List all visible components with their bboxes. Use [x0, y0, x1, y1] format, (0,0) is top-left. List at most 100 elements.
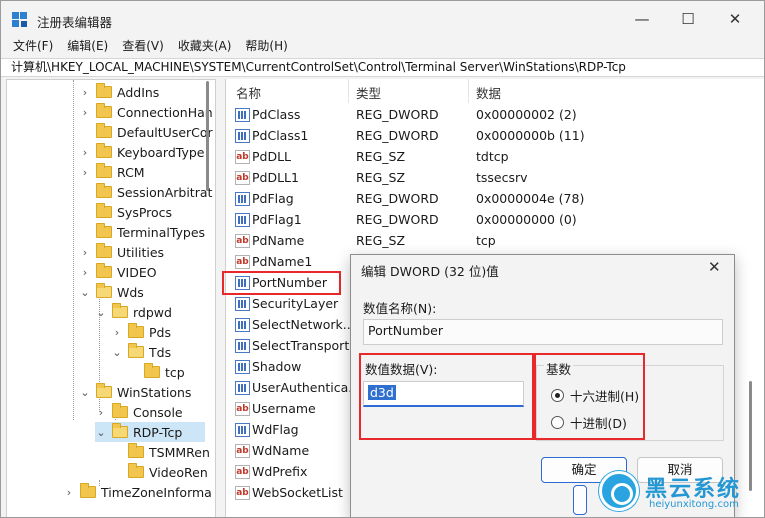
list-row[interactable]: ab PdDLL REG_SZ tdtcp [226, 147, 764, 168]
tree-item[interactable]: ⌄ Wds [79, 282, 144, 302]
dword-icon [235, 213, 250, 227]
value-type: REG_DWORD [356, 191, 439, 206]
list-row[interactable]: ab PdDLL1 REG_SZ tssecsrv [226, 168, 764, 189]
tree-item-label: WinStations [117, 384, 192, 400]
address-bar[interactable]: 计算机\HKEY_LOCAL_MACHINE\SYSTEM\CurrentCon… [1, 58, 764, 77]
partial-button[interactable] [573, 485, 587, 515]
list-row[interactable]: PdFlag1 REG_DWORD 0x00000000 (0) [226, 210, 764, 231]
tree-item[interactable]: SessionArbitrat [79, 182, 212, 202]
tree-item[interactable]: › Utilities [79, 242, 164, 262]
minimize-button[interactable]: — [619, 1, 665, 37]
menu-edit[interactable]: 编辑(E) [60, 37, 115, 57]
chevron-right-icon[interactable]: › [79, 246, 91, 259]
dword-icon [235, 129, 250, 143]
tree-item[interactable]: › Console [95, 402, 183, 422]
column-type-header[interactable]: 类型 [356, 83, 381, 102]
chevron-down-icon[interactable]: ⌄ [95, 306, 107, 319]
tree-item-label: ConnectionHan [117, 104, 213, 120]
tree-item-label: Pds [149, 324, 171, 340]
dword-icon [235, 318, 250, 332]
chevron-right-icon[interactable]: › [79, 166, 91, 179]
value-data: 0x0000004e (78) [476, 191, 585, 206]
value-data: tssecsrv [476, 170, 528, 185]
tree-scrollbar[interactable] [206, 81, 209, 191]
chevron-right-icon[interactable]: › [79, 86, 91, 99]
menu-help[interactable]: 帮助(H) [238, 37, 294, 57]
regedit-window: 注册表编辑器 — ☐ ✕ 文件(F) 编辑(E) 查看(V) 收藏夹(A) 帮助… [0, 0, 765, 518]
chevron-right-icon[interactable]: › [111, 326, 123, 339]
tree-item[interactable]: › AddIns [79, 82, 159, 102]
tree-item[interactable]: TerminalTypes [79, 222, 205, 242]
value-name: SecurityLayer [252, 296, 339, 311]
value-name: PdName1 [252, 254, 313, 269]
tree-item-label: RDP-Tcp [133, 424, 183, 440]
tree-item[interactable]: › Pds [111, 322, 171, 342]
dialog-close-button[interactable]: ✕ [708, 258, 721, 276]
portnumber-highlight-box [222, 271, 341, 295]
value-data: 0x0000000b (11) [476, 128, 585, 143]
chevron-down-icon[interactable]: ⌄ [79, 286, 91, 299]
column-divider[interactable] [468, 79, 469, 103]
dword-icon [235, 360, 250, 374]
value-name-label: 数值名称(N): [363, 301, 437, 316]
tree-item[interactable]: › TimeZoneInforma [63, 482, 212, 502]
tree-item[interactable]: ⌄ WinStations [79, 382, 191, 402]
column-divider[interactable] [348, 79, 349, 103]
tree-item[interactable]: DefaultUserCor [79, 122, 213, 142]
column-name-header[interactable]: 名称 [236, 83, 261, 102]
chevron-right-icon[interactable]: › [95, 406, 107, 419]
chevron-down-icon[interactable]: ⌄ [111, 346, 123, 359]
string-icon: ab [235, 444, 250, 458]
chevron-down-icon[interactable]: ⌄ [79, 386, 91, 399]
tree-item[interactable]: TSMMRen [111, 442, 210, 462]
tree-item-label: DefaultUserCor [117, 124, 213, 140]
list-row[interactable]: ab PdName REG_SZ tcp [226, 231, 764, 252]
tree-item[interactable]: VideoRen [111, 462, 208, 482]
watermark-subtext: heiyunxitong.com [649, 499, 739, 510]
value-data: 0x00000002 (2) [476, 107, 577, 122]
dword-icon [235, 192, 250, 206]
tree-item-label: AddIns [117, 84, 160, 100]
list-row[interactable]: PdClass REG_DWORD 0x00000002 (2) [226, 105, 764, 126]
tree-item[interactable]: ⌄ Tds [111, 342, 171, 362]
chevron-down-icon[interactable]: ⌄ [95, 426, 107, 439]
menu-file[interactable]: 文件(F) [1, 37, 60, 57]
list-row[interactable]: PdFlag REG_DWORD 0x0000004e (78) [226, 189, 764, 210]
tree-item[interactable]: ⌄ RDP-Tcp [95, 422, 205, 442]
value-name: PdDLL1 [252, 170, 299, 185]
tree-item-label: SessionArbitrat [117, 184, 213, 200]
value-name: SelectTransport [252, 338, 350, 353]
tree-item-label: Wds [117, 284, 144, 300]
menu-view[interactable]: 查看(V) [115, 37, 171, 57]
title-bar: 注册表编辑器 — ☐ ✕ [1, 1, 764, 37]
tree-item[interactable]: › ConnectionHan [79, 102, 213, 122]
value-name: PdClass1 [252, 128, 309, 143]
menu-favorites[interactable]: 收藏夹(A) [171, 37, 239, 57]
tree-item[interactable]: › KeyboardType [79, 142, 204, 162]
maximize-button[interactable]: ☐ [665, 1, 711, 37]
key-tree[interactable]: › AddIns › ConnectionHan DefaultUserCor › Keyb… [6, 79, 216, 517]
tree-item-label: VideoRen [149, 464, 208, 480]
tree-item[interactable]: › RCM [79, 162, 145, 182]
tree-item-label: TimeZoneInforma [101, 484, 212, 500]
chevron-right-icon[interactable]: › [63, 486, 75, 499]
chevron-right-icon[interactable]: › [79, 146, 91, 159]
tree-item[interactable]: ⌄ rdpwd [95, 302, 172, 322]
tree-item-label: TSMMRen [149, 444, 210, 460]
folder-icon [112, 303, 128, 318]
column-data-header[interactable]: 数据 [476, 83, 501, 102]
close-button[interactable]: ✕ [712, 1, 758, 37]
dword-icon [235, 423, 250, 437]
string-icon: ab [235, 465, 250, 479]
string-icon: ab [235, 402, 250, 416]
tree-item[interactable]: tcp [127, 362, 185, 382]
value-name: PdName [252, 233, 305, 248]
value-type: REG_DWORD [356, 107, 439, 122]
value-name: WdPrefix [252, 464, 308, 479]
chevron-right-icon[interactable]: › [79, 106, 91, 119]
list-row[interactable]: PdClass1 REG_DWORD 0x0000000b (11) [226, 126, 764, 147]
tree-item[interactable]: › VIDEO [79, 262, 157, 282]
chevron-right-icon[interactable]: › [79, 266, 91, 279]
tree-item[interactable]: SysProcs [79, 202, 172, 222]
watermark-logo-icon [599, 471, 639, 511]
